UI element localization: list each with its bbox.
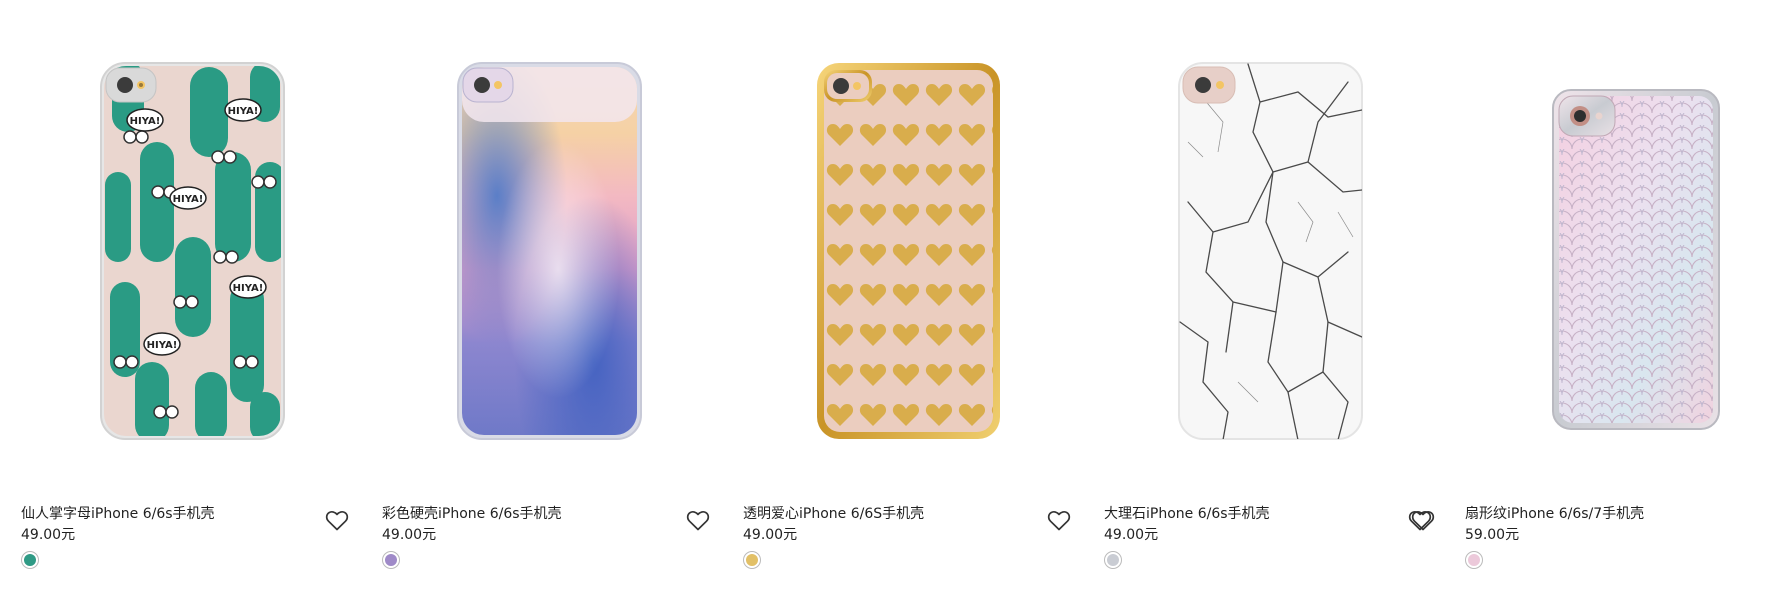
product-image-area[interactable]: HIYA! HIYA! HIYA! HIYA! HIYA! bbox=[0, 0, 361, 480]
product-image-area[interactable] bbox=[361, 0, 722, 480]
product-name[interactable]: 透明爱心iPhone 6/6S手机壳 bbox=[743, 505, 1073, 523]
product-info: 彩色硬壳iPhone 6/6s手机壳 49.00元 bbox=[382, 505, 712, 569]
heart-icon[interactable] bbox=[1411, 509, 1435, 531]
product-image-scales-case[interactable] bbox=[1552, 89, 1720, 430]
heart-icon[interactable] bbox=[325, 509, 349, 531]
product-card[interactable]: 透明爱心iPhone 6/6S手机壳 49.00元 bbox=[722, 0, 1083, 591]
product-price: 49.00元 bbox=[743, 527, 798, 543]
bubble-text: HIYA! bbox=[130, 116, 161, 127]
color-swatch[interactable] bbox=[1104, 551, 1122, 569]
product-name[interactable]: 仙人掌字母iPhone 6/6s手机壳 bbox=[21, 505, 351, 523]
bubble-text: HIYA! bbox=[173, 194, 204, 205]
product-image-cactus-case[interactable]: HIYA! HIYA! HIYA! HIYA! HIYA! bbox=[100, 62, 285, 440]
color-swatch-dot bbox=[24, 554, 36, 566]
color-swatch-dot bbox=[746, 554, 758, 566]
product-image-marble-case[interactable] bbox=[1178, 62, 1363, 440]
product-name[interactable]: 扇形纹iPhone 6/6s/7手机壳 bbox=[1465, 505, 1766, 523]
product-price: 49.00元 bbox=[382, 527, 437, 543]
product-card[interactable]: 大理石iPhone 6/6s手机壳 49.00元 bbox=[1083, 0, 1444, 591]
product-price: 49.00元 bbox=[21, 527, 76, 543]
color-swatch[interactable] bbox=[1465, 551, 1483, 569]
product-name[interactable]: 彩色硬壳iPhone 6/6s手机壳 bbox=[382, 505, 712, 523]
product-card[interactable]: HIYA! HIYA! HIYA! HIYA! HIYA! 仙人掌字母iPhon… bbox=[0, 0, 361, 591]
heart-icon[interactable] bbox=[1047, 509, 1071, 531]
product-price: 59.00元 bbox=[1465, 527, 1520, 543]
product-card[interactable]: 扇形纹iPhone 6/6s/7手机壳 59.00元 bbox=[1444, 0, 1766, 591]
product-image-galaxy-case[interactable] bbox=[457, 62, 642, 440]
color-swatch-dot bbox=[1468, 554, 1480, 566]
product-card[interactable]: 彩色硬壳iPhone 6/6s手机壳 49.00元 bbox=[361, 0, 722, 591]
product-info: 透明爱心iPhone 6/6S手机壳 49.00元 bbox=[743, 505, 1073, 569]
product-image-hearts-case[interactable] bbox=[816, 62, 1001, 440]
product-image-area[interactable] bbox=[1083, 0, 1444, 480]
product-info: 扇形纹iPhone 6/6s/7手机壳 59.00元 bbox=[1465, 505, 1766, 569]
color-swatch-dot bbox=[1107, 554, 1119, 566]
color-swatch[interactable] bbox=[21, 551, 39, 569]
product-info: 仙人掌字母iPhone 6/6s手机壳 49.00元 bbox=[21, 505, 351, 569]
product-grid: HIYA! HIYA! HIYA! HIYA! HIYA! 仙人掌字母iPhon… bbox=[0, 0, 1766, 591]
bubble-text: HIYA! bbox=[233, 283, 264, 294]
product-price: 49.00元 bbox=[1104, 527, 1159, 543]
bubble-text: HIYA! bbox=[228, 106, 259, 117]
heart-icon[interactable] bbox=[686, 509, 710, 531]
bubble-text: HIYA! bbox=[147, 340, 178, 351]
product-info: 大理石iPhone 6/6s手机壳 49.00元 bbox=[1104, 505, 1434, 569]
color-swatch[interactable] bbox=[743, 551, 761, 569]
color-swatch[interactable] bbox=[382, 551, 400, 569]
product-name[interactable]: 大理石iPhone 6/6s手机壳 bbox=[1104, 505, 1434, 523]
product-image-area[interactable] bbox=[1444, 0, 1766, 480]
color-swatch-dot bbox=[385, 554, 397, 566]
product-image-area[interactable] bbox=[722, 0, 1083, 480]
